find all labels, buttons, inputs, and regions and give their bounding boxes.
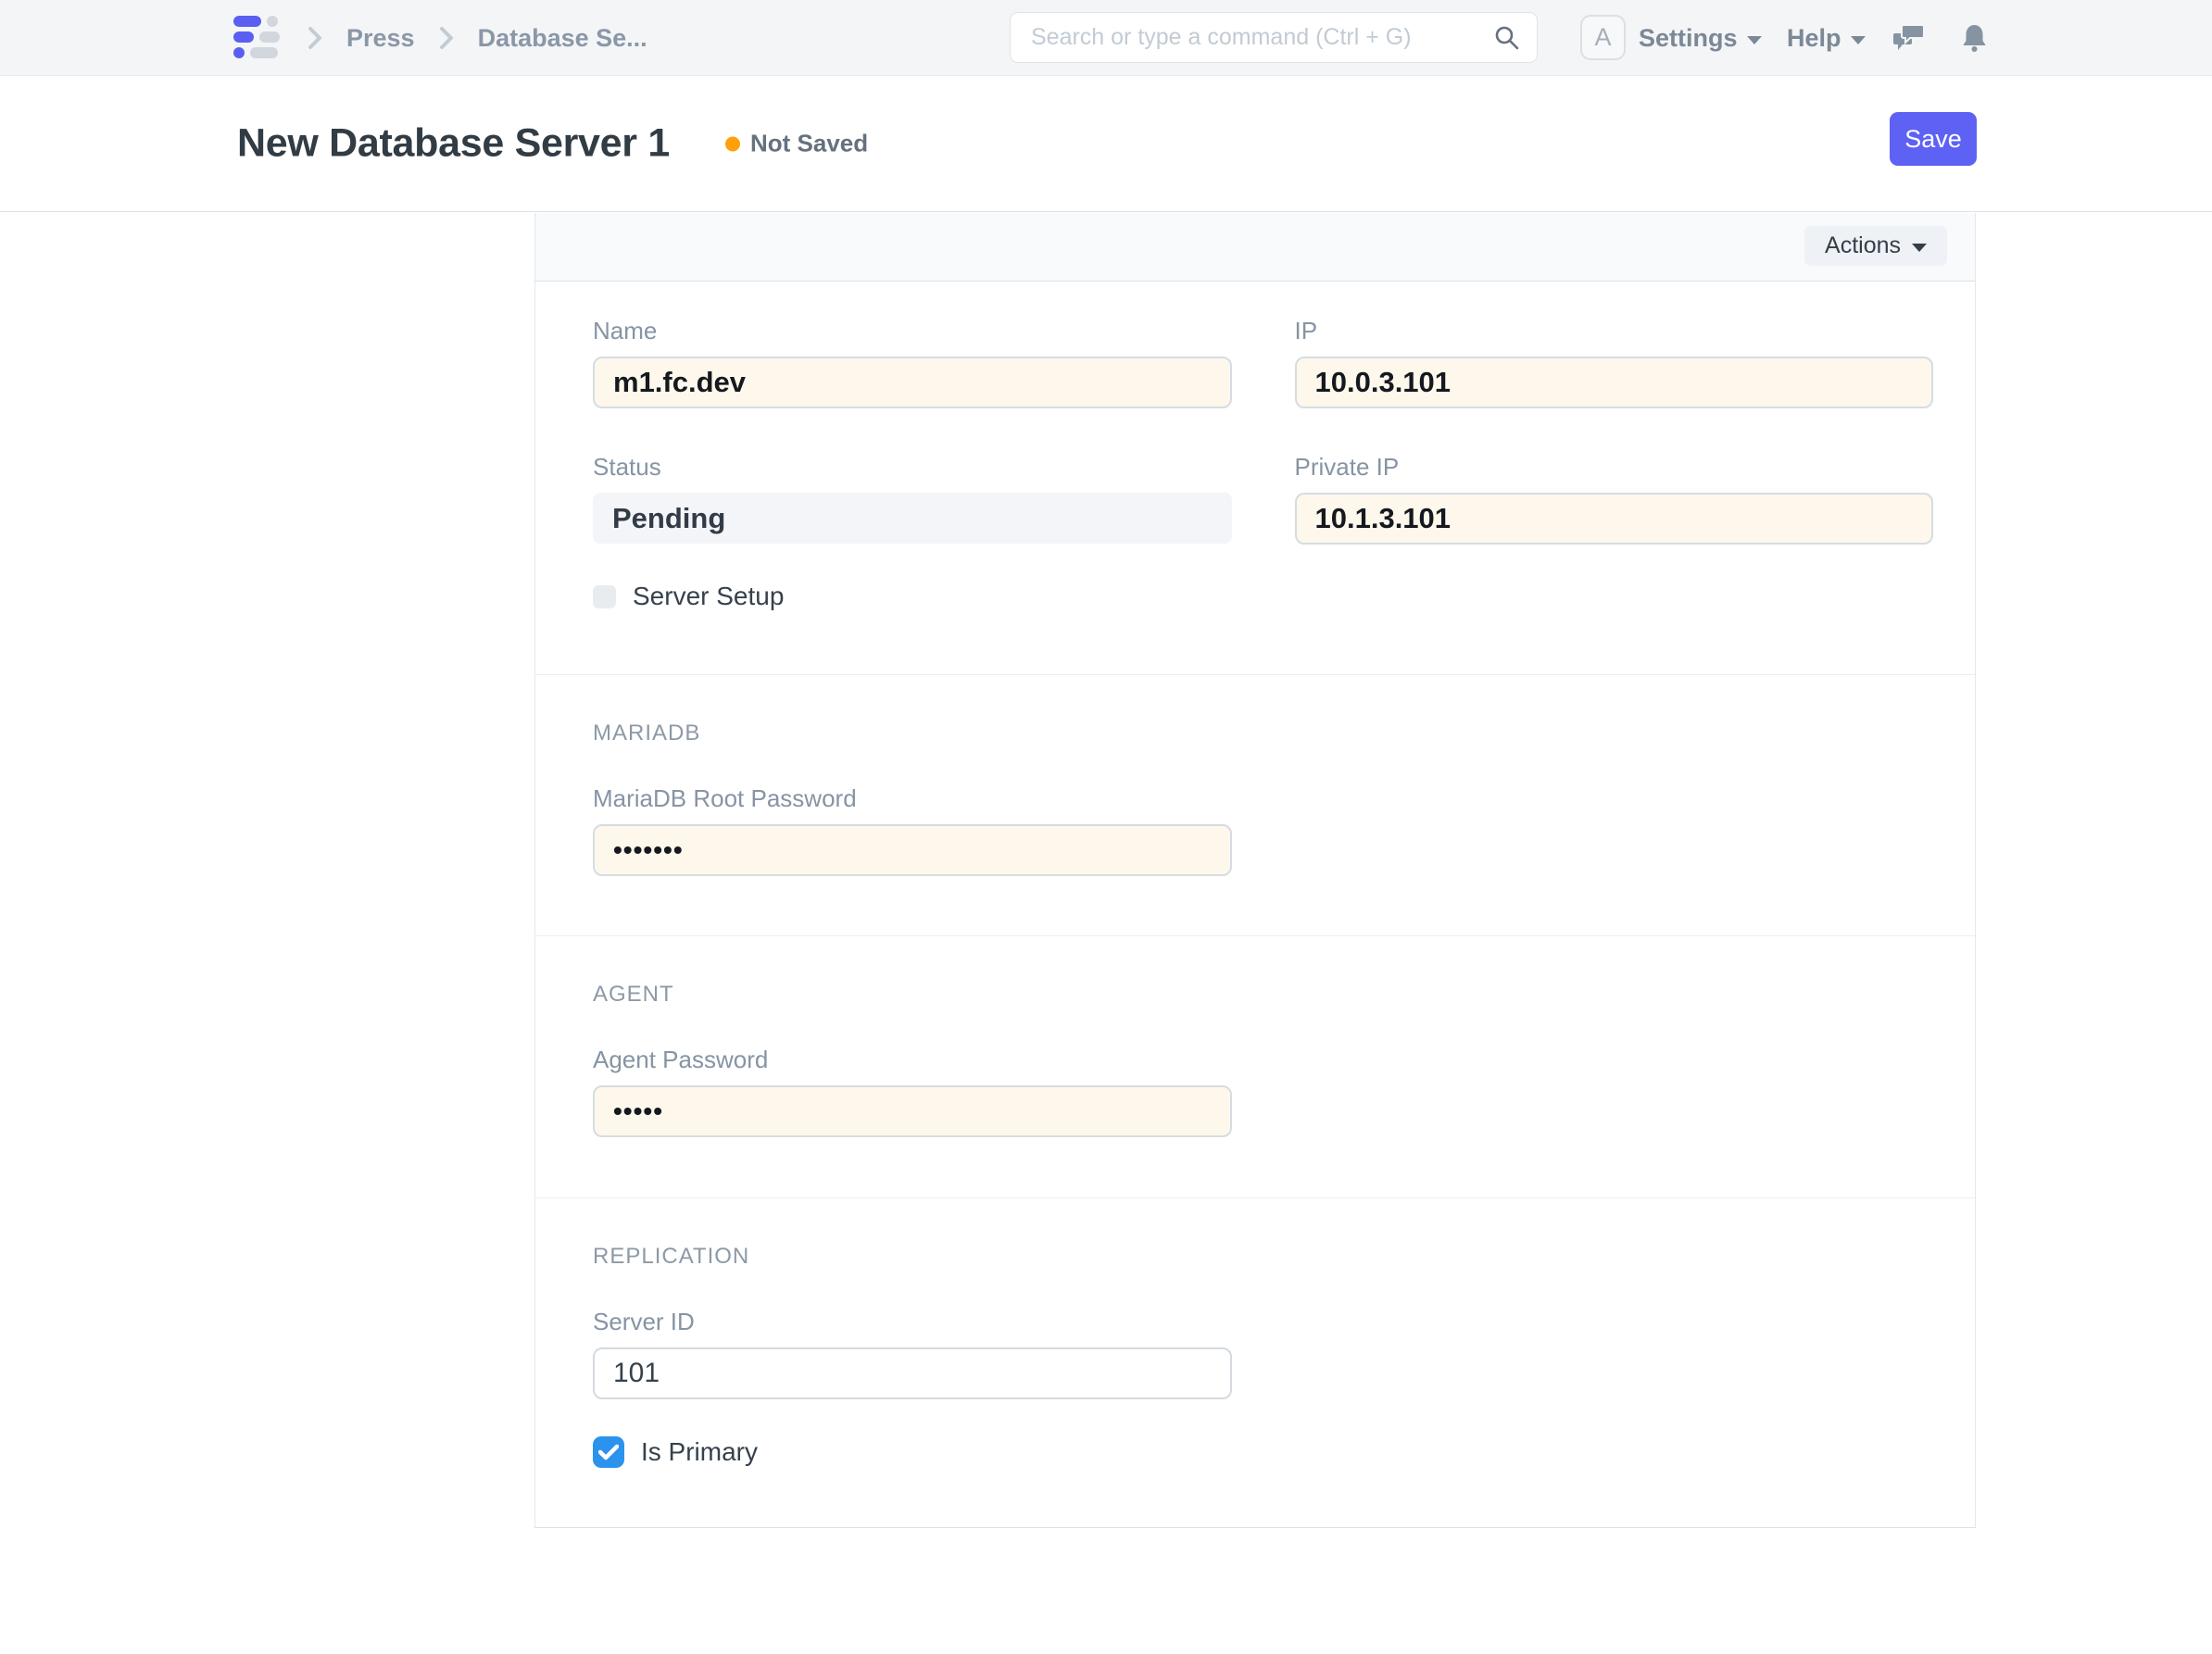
checkmark-icon bbox=[598, 1444, 619, 1460]
status-value: Pending bbox=[593, 493, 1232, 544]
section-replication: REPLICATION Server ID Is Primary bbox=[535, 1198, 1975, 1527]
logo-block bbox=[233, 16, 261, 27]
status-indicator: Not Saved bbox=[725, 130, 868, 158]
server-id-input[interactable] bbox=[593, 1347, 1232, 1399]
field-name: Name bbox=[593, 317, 1232, 408]
agent-password-label: Agent Password bbox=[593, 1046, 1232, 1073]
section-mariadb: MARIADB MariaDB Root Password bbox=[535, 675, 1975, 936]
field-ip: IP bbox=[1295, 317, 1934, 408]
form-panel: Name IP Status Pending Private IP Server… bbox=[534, 282, 1976, 1528]
chevron-down-icon bbox=[1912, 244, 1927, 252]
field-server-setup: Server Setup bbox=[593, 582, 1933, 611]
form-toolbar: Actions bbox=[534, 213, 1976, 282]
logo-block bbox=[233, 31, 254, 43]
page-title: New Database Server 1 bbox=[237, 121, 670, 167]
global-search bbox=[1010, 12, 1538, 63]
field-private-ip: Private IP bbox=[1295, 453, 1934, 545]
agent-password-input[interactable] bbox=[593, 1085, 1232, 1137]
mariadb-root-password-label: MariaDB Root Password bbox=[593, 784, 1232, 812]
navbar: Press Database Se... A Settings Help bbox=[0, 0, 2212, 76]
help-menu-label: Help bbox=[1787, 24, 1841, 53]
not-saved-label: Not Saved bbox=[750, 130, 868, 158]
help-menu[interactable]: Help bbox=[1787, 0, 1866, 76]
actions-button[interactable]: Actions bbox=[1804, 226, 1947, 266]
logo-block bbox=[259, 31, 280, 43]
ip-input[interactable] bbox=[1295, 357, 1934, 408]
section-agent: AGENT Agent Password bbox=[535, 936, 1975, 1198]
settings-menu[interactable]: Settings bbox=[1639, 0, 1762, 76]
server-id-label: Server ID bbox=[593, 1308, 1232, 1335]
logo-block bbox=[233, 47, 245, 58]
ip-label: IP bbox=[1295, 317, 1934, 345]
breadcrumb: Press Database Se... bbox=[306, 0, 647, 76]
breadcrumb-item-database-servers[interactable]: Database Se... bbox=[478, 24, 647, 53]
private-ip-label: Private IP bbox=[1295, 453, 1934, 481]
search-icon[interactable] bbox=[1494, 25, 1520, 51]
status-label: Status bbox=[593, 453, 1232, 481]
is-primary-label: Is Primary bbox=[641, 1437, 758, 1467]
logo-block bbox=[267, 16, 278, 27]
is-primary-checkbox[interactable] bbox=[593, 1436, 624, 1468]
private-ip-input[interactable] bbox=[1295, 493, 1934, 545]
field-server-id: Server ID bbox=[593, 1308, 1232, 1399]
logo-block bbox=[250, 47, 278, 58]
chevron-right-icon bbox=[306, 24, 324, 52]
replication-section-heading: REPLICATION bbox=[593, 1243, 1933, 1271]
bell-icon[interactable] bbox=[1962, 0, 1987, 76]
field-status: Status Pending bbox=[593, 453, 1232, 545]
name-input[interactable] bbox=[593, 357, 1232, 408]
avatar[interactable]: A bbox=[1580, 15, 1626, 60]
agent-section-heading: AGENT bbox=[593, 981, 1933, 1009]
chevron-down-icon bbox=[1851, 36, 1866, 44]
search-input[interactable] bbox=[1011, 13, 1494, 62]
not-saved-dot-icon bbox=[725, 136, 740, 151]
mariadb-section-heading: MARIADB bbox=[593, 720, 1933, 747]
field-agent-password: Agent Password bbox=[593, 1046, 1232, 1137]
section-basic: Name IP Status Pending Private IP Server… bbox=[535, 282, 1975, 675]
avatar-letter: A bbox=[1594, 23, 1611, 52]
settings-menu-label: Settings bbox=[1639, 24, 1738, 53]
field-is-primary: Is Primary bbox=[593, 1436, 1933, 1468]
chevron-right-icon bbox=[437, 24, 456, 52]
chat-icon[interactable] bbox=[1893, 0, 1925, 76]
actions-button-label: Actions bbox=[1825, 232, 1901, 259]
breadcrumb-item-press[interactable]: Press bbox=[346, 24, 415, 53]
name-label: Name bbox=[593, 317, 1232, 345]
server-setup-label: Server Setup bbox=[633, 582, 784, 611]
server-setup-checkbox[interactable] bbox=[593, 585, 616, 608]
app-logo-icon[interactable] bbox=[233, 16, 280, 58]
chevron-down-icon bbox=[1747, 36, 1762, 44]
field-mariadb-root-password: MariaDB Root Password bbox=[593, 784, 1232, 876]
mariadb-root-password-input[interactable] bbox=[593, 824, 1232, 876]
page-header: New Database Server 1 Not Saved Save bbox=[0, 76, 2212, 212]
save-button[interactable]: Save bbox=[1890, 112, 1977, 166]
